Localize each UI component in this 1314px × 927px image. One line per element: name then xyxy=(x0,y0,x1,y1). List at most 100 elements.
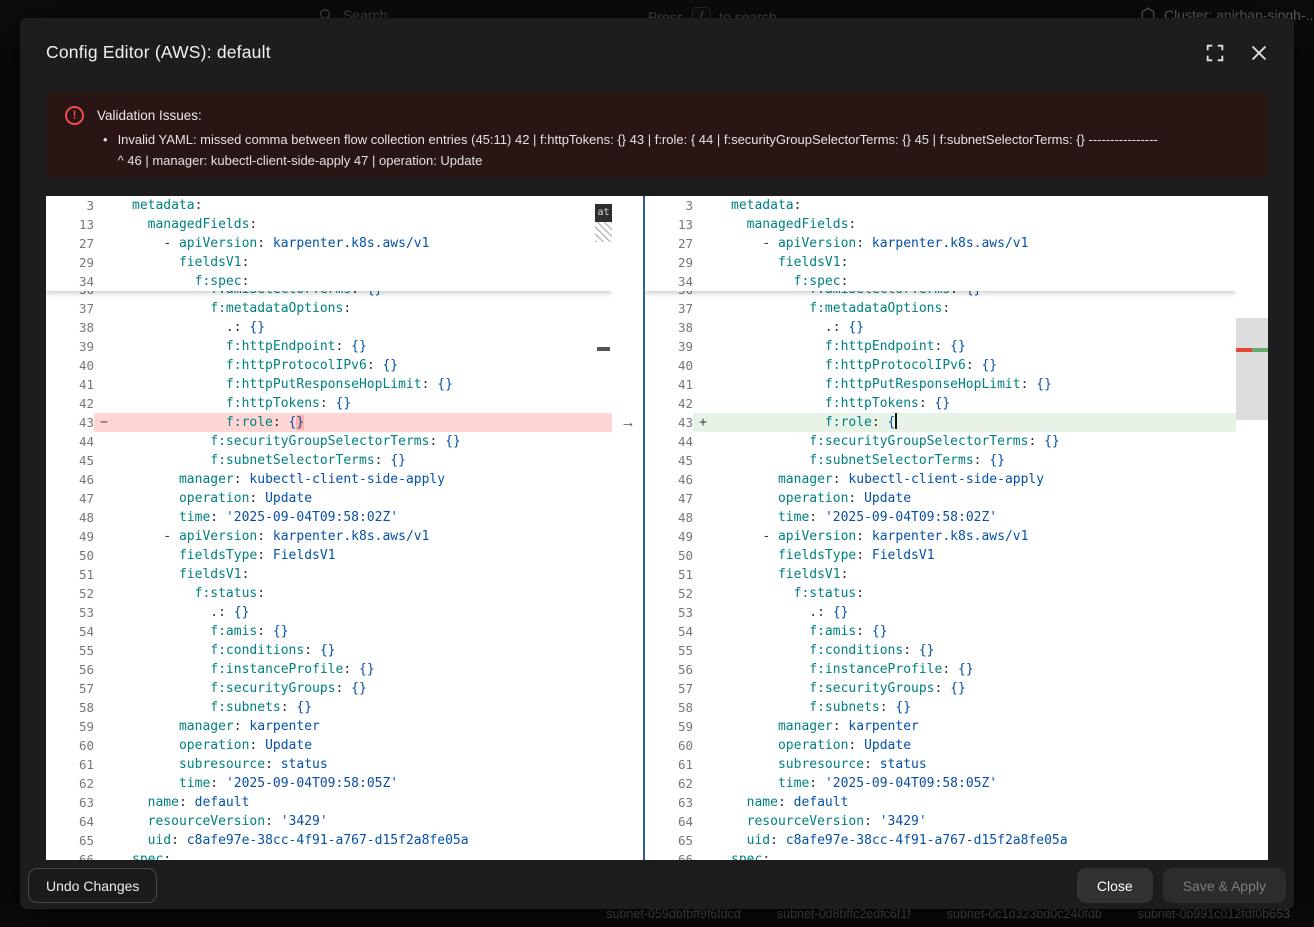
diff-marker xyxy=(693,291,713,299)
code-line[interactable]: 42 f:httpTokens: {} xyxy=(645,394,1236,413)
line-number: 60 xyxy=(645,736,693,755)
diff-marker xyxy=(94,565,114,584)
code-line[interactable]: 48 time: '2025-09-04T09:58:02Z' xyxy=(645,508,1236,527)
diff-marker xyxy=(693,272,713,291)
code-line[interactable]: 39 f:httpEndpoint: {} xyxy=(46,337,612,356)
code-line[interactable]: 36 f:amiSelectorTerms: {} xyxy=(46,291,612,299)
code-line[interactable]: 63 name: default xyxy=(46,793,612,812)
scrollbar-slider[interactable] xyxy=(1236,318,1268,420)
code-line[interactable]: 59 manager: karpenter xyxy=(46,717,612,736)
code-line[interactable]: 63 name: default xyxy=(645,793,1236,812)
code-line[interactable]: 61 subresource: status xyxy=(46,755,612,774)
code-line[interactable]: 27 - apiVersion: karpenter.k8s.aws/v1 xyxy=(645,234,1236,253)
code-line[interactable]: 52 f:status: xyxy=(46,584,612,603)
code-line[interactable]: 41 f:httpPutResponseHopLimit: {} xyxy=(46,375,612,394)
code-line[interactable]: 37 f:metadataOptions: xyxy=(645,299,1236,318)
code-text: f:amiSelectorTerms: {} xyxy=(114,291,612,299)
code-line[interactable]: 3metadata: xyxy=(46,196,612,215)
code-line[interactable]: 59 manager: karpenter xyxy=(645,717,1236,736)
diff-sash-handle[interactable] xyxy=(643,196,645,860)
code-line[interactable]: 38 .: {} xyxy=(46,318,612,337)
code-line[interactable]: 47 operation: Update xyxy=(645,489,1236,508)
code-line[interactable]: 49 - apiVersion: karpenter.k8s.aws/v1 xyxy=(46,527,612,546)
code-line[interactable]: 3metadata: xyxy=(645,196,1236,215)
save-apply-button[interactable]: Save & Apply xyxy=(1163,868,1286,903)
close-button[interactable]: Close xyxy=(1077,868,1153,903)
code-line[interactable]: 38 .: {} xyxy=(645,318,1236,337)
line-number: 36 xyxy=(645,291,693,299)
code-line[interactable]: 27 - apiVersion: karpenter.k8s.aws/v1 xyxy=(46,234,612,253)
code-text: f:httpEndpoint: {} xyxy=(713,337,1236,356)
code-line[interactable]: 29 fieldsV1: xyxy=(645,253,1236,272)
code-line[interactable]: 56 f:instanceProfile: {} xyxy=(46,660,612,679)
code-line[interactable]: 54 f:amis: {} xyxy=(645,622,1236,641)
code-line[interactable]: 48 time: '2025-09-04T09:58:02Z' xyxy=(46,508,612,527)
code-line[interactable]: 54 f:amis: {} xyxy=(46,622,612,641)
code-line[interactable]: 56 f:instanceProfile: {} xyxy=(645,660,1236,679)
code-text: operation: Update xyxy=(713,489,1236,508)
undo-changes-button[interactable]: Undo Changes xyxy=(28,868,157,903)
code-line[interactable]: 65 uid: c8afe97e-38cc-4f91-a767-d15f2a8f… xyxy=(645,831,1236,850)
line-number: 43 xyxy=(645,413,693,432)
code-line[interactable]: 62 time: '2025-09-04T09:58:05Z' xyxy=(46,774,612,793)
code-line[interactable]: 57 f:securityGroups: {} xyxy=(645,679,1236,698)
fullscreen-button[interactable] xyxy=(1204,42,1226,64)
code-line[interactable]: 64 resourceVersion: '3429' xyxy=(645,812,1236,831)
code-line[interactable]: 53 .: {} xyxy=(46,603,612,622)
code-line[interactable]: 49 - apiVersion: karpenter.k8s.aws/v1 xyxy=(645,527,1236,546)
code-line[interactable]: 60 operation: Update xyxy=(645,736,1236,755)
code-line[interactable]: 43− f:role: {} xyxy=(46,413,612,432)
code-line[interactable]: 34 f:spec: xyxy=(46,272,612,291)
validation-message-line1: Invalid YAML: missed comma between flow … xyxy=(118,129,1158,150)
code-line[interactable]: 52 f:status: xyxy=(645,584,1236,603)
code-line[interactable]: 44 f:securityGroupSelectorTerms: {} xyxy=(46,432,612,451)
revert-change-button[interactable]: → xyxy=(616,412,640,433)
code-line[interactable]: 61 subresource: status xyxy=(645,755,1236,774)
code-line[interactable]: 64 resourceVersion: '3429' xyxy=(46,812,612,831)
code-line[interactable]: 45 f:subnetSelectorTerms: {} xyxy=(645,451,1236,470)
code-line[interactable]: 39 f:httpEndpoint: {} xyxy=(645,337,1236,356)
code-line[interactable]: 50 fieldsType: FieldsV1 xyxy=(46,546,612,565)
code-line[interactable]: 41 f:httpPutResponseHopLimit: {} xyxy=(645,375,1236,394)
code-line[interactable]: 37 f:metadataOptions: xyxy=(46,299,612,318)
code-line[interactable]: 13 managedFields: xyxy=(46,215,612,234)
code-line[interactable]: 58 f:subnets: {} xyxy=(46,698,612,717)
code-line[interactable]: 43+ f:role: { xyxy=(645,413,1236,432)
diff-marker xyxy=(94,299,114,318)
code-line[interactable]: 40 f:httpProtocolIPv6: {} xyxy=(645,356,1236,375)
code-line[interactable]: 46 manager: kubectl-client-side-apply xyxy=(46,470,612,489)
code-line[interactable]: 50 fieldsType: FieldsV1 xyxy=(645,546,1236,565)
close-dialog-button[interactable] xyxy=(1248,42,1270,64)
code-line[interactable]: 46 manager: kubectl-client-side-apply xyxy=(645,470,1236,489)
code-line[interactable]: 45 f:subnetSelectorTerms: {} xyxy=(46,451,612,470)
code-line[interactable]: 58 f:subnets: {} xyxy=(645,698,1236,717)
code-line[interactable]: 34 f:spec: xyxy=(645,272,1236,291)
code-line[interactable]: 53 .: {} xyxy=(645,603,1236,622)
code-line[interactable]: 60 operation: Update xyxy=(46,736,612,755)
code-line[interactable]: 47 operation: Update xyxy=(46,489,612,508)
diff-pane-modified[interactable]: 36 f:amiSelectorTerms: {}37 f:metadataOp… xyxy=(645,196,1236,860)
code-text: f:role: { xyxy=(713,413,1236,432)
collapsed-region-hint: at xyxy=(595,204,612,222)
code-line[interactable]: 51 fieldsV1: xyxy=(46,565,612,584)
line-number: 43 xyxy=(46,413,94,432)
yaml-diff-editor[interactable]: 36 f:amiSelectorTerms: {}37 f:metadataOp… xyxy=(46,196,1268,860)
code-line[interactable]: 40 f:httpProtocolIPv6: {} xyxy=(46,356,612,375)
code-line[interactable]: 13 managedFields: xyxy=(645,215,1236,234)
code-line[interactable]: 55 f:conditions: {} xyxy=(645,641,1236,660)
code-line[interactable]: 51 fieldsV1: xyxy=(645,565,1236,584)
line-number: 48 xyxy=(645,508,693,527)
code-line[interactable]: 57 f:securityGroups: {} xyxy=(46,679,612,698)
line-number: 51 xyxy=(645,565,693,584)
code-line[interactable]: 65 uid: c8afe97e-38cc-4f91-a767-d15f2a8f… xyxy=(46,831,612,850)
code-line[interactable]: 42 f:httpTokens: {} xyxy=(46,394,612,413)
line-number: 45 xyxy=(46,451,94,470)
code-line[interactable]: 62 time: '2025-09-04T09:58:05Z' xyxy=(645,774,1236,793)
code-line[interactable]: 44 f:securityGroupSelectorTerms: {} xyxy=(645,432,1236,451)
code-line[interactable]: 55 f:conditions: {} xyxy=(46,641,612,660)
code-line[interactable]: 29 fieldsV1: xyxy=(46,253,612,272)
code-line[interactable]: 66spec: xyxy=(645,850,1236,860)
diff-pane-original[interactable]: 36 f:amiSelectorTerms: {}37 f:metadataOp… xyxy=(46,196,612,860)
code-line[interactable]: 36 f:amiSelectorTerms: {} xyxy=(645,291,1236,299)
code-line[interactable]: 66spec: xyxy=(46,850,612,860)
